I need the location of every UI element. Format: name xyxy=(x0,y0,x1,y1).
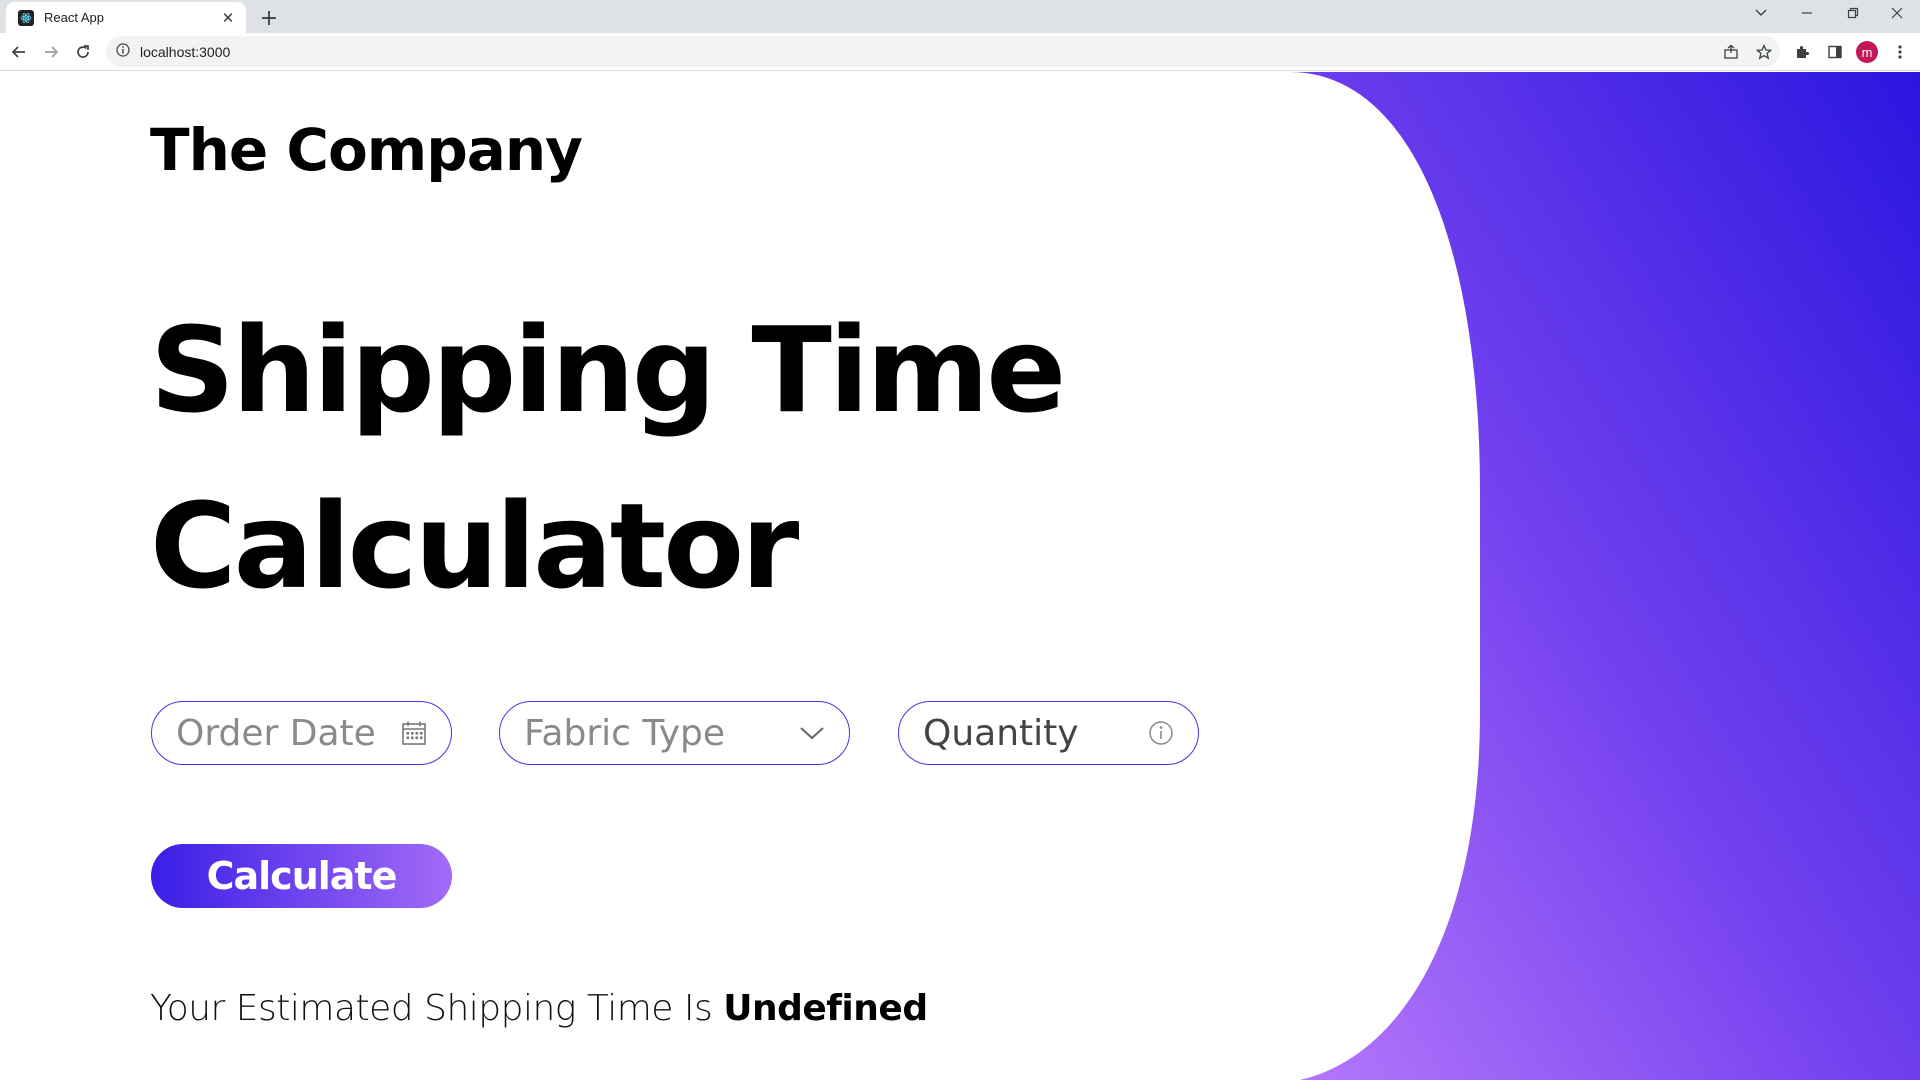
address-bar[interactable]: localhost:3000 xyxy=(106,36,1780,67)
calculate-button[interactable]: Calculate xyxy=(151,844,452,908)
url-text: localhost:3000 xyxy=(140,43,231,60)
brand-logo-text: The Company xyxy=(150,116,583,184)
window-close-icon[interactable] xyxy=(1874,0,1920,26)
order-date-field[interactable] xyxy=(151,701,452,765)
info-icon[interactable] xyxy=(1148,720,1174,746)
result-value: Undefined xyxy=(723,988,928,1029)
tab-search-icon[interactable] xyxy=(1738,0,1784,26)
result-prefix: Your Estimated Shipping Time Is xyxy=(150,988,713,1029)
quantity-field[interactable] xyxy=(898,701,1199,765)
tab-title: React App xyxy=(44,10,104,25)
close-icon[interactable]: ✕ xyxy=(218,8,238,28)
browser-toolbar: localhost:3000 m xyxy=(0,33,1920,71)
sidepanel-icon[interactable] xyxy=(1821,38,1849,66)
tab-strip: React App ✕ + xyxy=(0,0,1920,33)
minimize-icon[interactable] xyxy=(1784,0,1830,26)
page-content: The Company Shipping Time Calculator Cal… xyxy=(0,72,1920,1080)
share-icon[interactable] xyxy=(1717,38,1745,66)
order-date-input[interactable] xyxy=(176,712,401,754)
react-favicon xyxy=(18,9,34,26)
calendar-icon[interactable] xyxy=(401,720,427,746)
menu-icon[interactable] xyxy=(1886,38,1914,66)
extensions-icon[interactable] xyxy=(1788,38,1816,66)
fabric-type-select[interactable] xyxy=(499,701,850,765)
forward-arrow-icon[interactable] xyxy=(36,37,66,67)
page-title-line-1: Shipping Time xyxy=(150,301,1066,439)
fabric-type-input[interactable] xyxy=(524,712,799,754)
result-text: Your Estimated Shipping Time Is Undefine… xyxy=(150,988,928,1029)
info-icon[interactable] xyxy=(116,42,130,61)
quantity-input[interactable] xyxy=(923,712,1148,754)
back-arrow-icon[interactable] xyxy=(4,37,34,67)
profile-avatar[interactable]: m xyxy=(1853,38,1881,66)
plus-icon[interactable]: + xyxy=(256,5,282,31)
restore-icon[interactable] xyxy=(1830,0,1876,26)
reload-icon[interactable] xyxy=(68,37,98,67)
star-icon[interactable] xyxy=(1750,38,1778,66)
page-title: Shipping Time Calculator xyxy=(150,282,1150,634)
browser-tab[interactable]: React App ✕ xyxy=(6,2,246,33)
chevron-down-icon[interactable] xyxy=(799,725,825,741)
page-title-line-2: Calculator xyxy=(150,477,799,615)
